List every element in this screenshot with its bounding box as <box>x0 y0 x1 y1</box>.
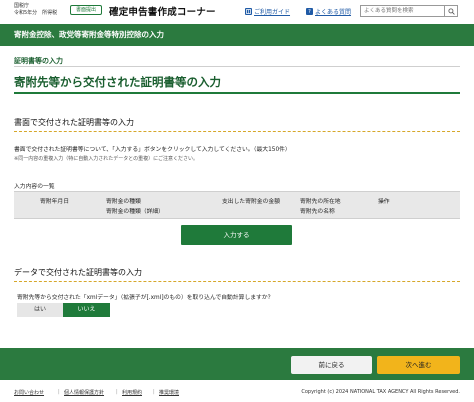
column-label: 操作 <box>378 199 390 205</box>
column-sublabel: 寄附先の名称 <box>300 209 335 215</box>
terms-of-use-link[interactable]: 利用規約 <box>122 389 142 396</box>
xml-import-question: 寄附先等から交付された「xmlデータ」（拡張子が[.xml]のもの）を取り込んで… <box>17 295 274 301</box>
footer-links: お問い合わせ | 個人情報保護方針 | 利用規約 | 推奨環境 Copyrigh… <box>0 380 474 402</box>
column-donation-type: 寄附金の種類 寄附金の種類（詳細） <box>106 197 164 217</box>
link-separator: | <box>153 389 155 395</box>
paper-section-heading: 書面で交付された証明書等の入力 <box>14 118 134 127</box>
agency-label: 国税庁 令和5年分 所得税 <box>14 3 57 17</box>
column-label: 寄附年月日 <box>40 199 69 205</box>
faq-link[interactable]: ? よくある質問 <box>306 7 351 16</box>
column-actions: 操作 <box>378 197 390 207</box>
copyright-text: Copyright (c) 2024 NATIONAL TAX AGENCY A… <box>301 389 460 395</box>
agency-name: 国税庁 <box>14 3 30 9</box>
column-donation-date: 寄附年月日 <box>40 197 69 207</box>
xml-import-yes-button[interactable]: はい <box>17 303 63 317</box>
xml-import-no-button[interactable]: いいえ <box>63 303 110 317</box>
page-title-underline <box>14 92 460 94</box>
section-label: 証明書等の入力 <box>14 57 63 65</box>
question-icon: ? <box>306 8 313 15</box>
tax-year-label: 令和5年分 所得税 <box>14 10 58 16</box>
column-recipient: 寄附先の所在地 寄附先の名称 <box>300 197 341 217</box>
input-list-caption: 入力内容の一覧 <box>14 184 55 190</box>
faq-label: よくある質問 <box>315 9 352 16</box>
privacy-policy-link[interactable]: 個人情報保護方針 <box>64 389 104 396</box>
procedure-title-bar: 寄附金控除、政党等寄附金等特別控除の入力 <box>0 24 474 46</box>
data-section-heading: データで交付された証明書等の入力 <box>14 268 142 277</box>
submission-mode-badge: 書面提出 <box>70 5 102 15</box>
faq-search-input[interactable] <box>361 6 445 16</box>
faq-search-box <box>360 5 458 17</box>
link-separator: | <box>58 389 60 395</box>
user-guide-label: ご利用ガイド <box>254 9 291 16</box>
page-title: 寄附先等から交付された証明書等の入力 <box>14 75 221 89</box>
site-header: 国税庁 令和5年分 所得税 書面提出 確定申告書作成コーナー ご利用ガイド ? … <box>0 0 474 24</box>
input-list-table-header: 寄附年月日 寄附金の種類 寄附金の種類（詳細） 支出した寄附金の金額 寄附先の所… <box>14 191 460 219</box>
column-label: 支出した寄附金の金額 <box>222 199 280 205</box>
user-guide-link[interactable]: ご利用ガイド <box>245 7 290 16</box>
search-icon <box>447 7 455 15</box>
link-separator: | <box>116 389 118 395</box>
paper-section-divider <box>14 131 460 132</box>
next-button[interactable]: 次へ進む <box>377 356 460 374</box>
section-divider <box>14 66 460 67</box>
back-button[interactable]: 前に戻る <box>291 356 372 374</box>
app-title: 確定申告書作成コーナー <box>109 7 216 18</box>
column-label: 寄附金の種類 <box>106 199 141 205</box>
contact-link[interactable]: お問い合わせ <box>14 389 44 396</box>
column-donation-amount: 支出した寄附金の金額 <box>222 197 280 207</box>
guide-book-icon <box>245 8 252 15</box>
recommended-environment-link[interactable]: 推奨環境 <box>159 389 179 396</box>
column-sublabel: 寄附金の種類（詳細） <box>106 209 164 215</box>
search-button[interactable] <box>444 6 457 16</box>
column-label: 寄附先の所在地 <box>300 199 341 205</box>
paper-section-description: 書面で交付された証明書等について、「入力する」ボタンをクリックして入力してくださ… <box>14 147 291 153</box>
data-section-divider <box>14 281 460 282</box>
enter-certificate-button[interactable]: 入力する <box>181 225 292 245</box>
duplicate-input-note: ※同一内容の重複入力（特に自動入力されたデータとの重複）にご注意ください。 <box>14 156 199 162</box>
